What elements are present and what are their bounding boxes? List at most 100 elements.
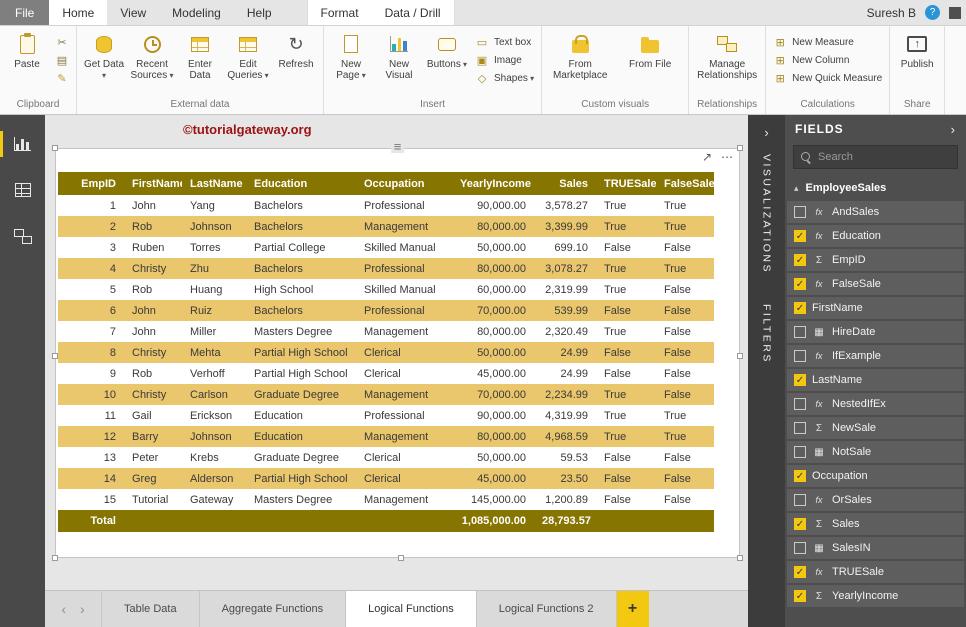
new-page-button[interactable]: New Page: [327, 28, 375, 81]
resize-handle[interactable]: [52, 353, 58, 359]
table-row[interactable]: 4 Christy Zhu Bachelors Professional 80,000.0…: [58, 258, 714, 279]
field-checkbox[interactable]: [794, 398, 806, 410]
collapse-fields-icon[interactable]: ›: [951, 122, 956, 137]
window-control-icon[interactable]: [949, 6, 961, 19]
focus-mode-icon[interactable]: ↗: [702, 150, 712, 164]
field-item-hiredate[interactable]: ▦ HireDate: [787, 321, 964, 343]
expand-triangle-icon[interactable]: ▴: [794, 183, 799, 194]
tab-file[interactable]: File: [0, 0, 50, 25]
table-row[interactable]: 14 Greg Alderson Partial High School Clerica…: [58, 468, 714, 489]
column-header-empid[interactable]: EmpID: [58, 172, 124, 195]
new-column-button[interactable]: New Column: [773, 53, 882, 67]
field-item-notsale[interactable]: ▦ NotSale: [787, 441, 964, 463]
tab-home[interactable]: Home: [49, 0, 108, 25]
from-marketplace-button[interactable]: From Marketplace: [545, 28, 615, 81]
paste-button[interactable]: Paste: [3, 28, 51, 70]
field-checkbox[interactable]: [794, 206, 806, 218]
page-tab-aggregate-functions[interactable]: Aggregate Functions: [200, 591, 347, 627]
field-checkbox[interactable]: ✓: [794, 302, 806, 314]
column-header-education[interactable]: Education: [246, 172, 356, 195]
report-view-button[interactable]: [0, 129, 45, 159]
field-item-firstname[interactable]: ✓ FirstName: [787, 297, 964, 319]
page-tab-logical-functions[interactable]: Logical Functions: [346, 591, 477, 627]
table-row[interactable]: 1 John Yang Bachelors Professional 90,000.00 3…: [58, 195, 714, 216]
table-row[interactable]: 10 Christy Carlson Graduate Degree Managemen…: [58, 384, 714, 405]
field-checkbox[interactable]: ✓: [794, 590, 806, 602]
more-options-icon[interactable]: ⋯: [721, 150, 733, 164]
field-item-truesale[interactable]: ✓ fx TRUESale: [787, 561, 964, 583]
copy-icon[interactable]: [55, 53, 69, 67]
field-checkbox[interactable]: ✓: [794, 518, 806, 530]
field-item-salesin[interactable]: ▦ SalesIN: [787, 537, 964, 559]
text-box-button[interactable]: Text box: [475, 35, 534, 49]
field-checkbox[interactable]: [794, 326, 806, 338]
field-checkbox[interactable]: ✓: [794, 278, 806, 290]
tab-format[interactable]: Format: [308, 0, 372, 25]
page-tab-table-data[interactable]: Table Data: [101, 591, 200, 627]
column-header-sales[interactable]: Sales: [534, 172, 596, 195]
column-header-yearlyincome[interactable]: YearlyIncome: [452, 172, 534, 195]
field-checkbox[interactable]: [794, 350, 806, 362]
get-data-button[interactable]: Get Data: [80, 28, 128, 81]
field-item-yearlyincome[interactable]: ✓ Σ YearlyIncome: [787, 585, 964, 607]
resize-handle[interactable]: [737, 145, 743, 151]
next-page-icon[interactable]: ›: [80, 601, 85, 617]
table-row[interactable]: 9 Rob Verhoff Partial High School Clerical 45…: [58, 363, 714, 384]
column-header-falsesale[interactable]: FalseSale: [656, 172, 714, 195]
tab-help[interactable]: Help: [234, 0, 285, 25]
tab-modeling[interactable]: Modeling: [159, 0, 234, 25]
field-item-sales[interactable]: ✓ Σ Sales: [787, 513, 964, 535]
field-item-education[interactable]: ✓ fx Education: [787, 225, 964, 247]
search-input[interactable]: [818, 151, 950, 163]
field-checkbox[interactable]: [794, 494, 806, 506]
shapes-button[interactable]: Shapes: [475, 71, 534, 85]
data-view-button[interactable]: [0, 175, 45, 205]
table-row[interactable]: 6 John Ruiz Bachelors Professional 70,000.00 5…: [58, 300, 714, 321]
publish-button[interactable]: Publish: [893, 28, 941, 70]
refresh-button[interactable]: Refresh: [272, 28, 320, 70]
enter-data-button[interactable]: Enter Data: [176, 28, 224, 81]
table-row[interactable]: 11 Gail Erickson Education Professional 90,00…: [58, 405, 714, 426]
table-row[interactable]: 13 Peter Krebs Graduate Degree Clerical 50,00…: [58, 447, 714, 468]
field-item-orsales[interactable]: fx OrSales: [787, 489, 964, 511]
buttons-button[interactable]: Buttons: [423, 28, 471, 70]
table-visual[interactable]: ≡ ↗ ⋯ EmpID FirstName LastName Education Occ…: [52, 140, 743, 561]
page-tab-logical-functions-2[interactable]: Logical Functions 2: [477, 591, 617, 627]
column-header-truesale[interactable]: TRUESale: [596, 172, 656, 195]
field-checkbox[interactable]: ✓: [794, 470, 806, 482]
table-row[interactable]: 15 Tutorial Gateway Masters Degree Managemen…: [58, 489, 714, 510]
new-visual-button[interactable]: New Visual: [375, 28, 423, 81]
field-checkbox[interactable]: [794, 542, 806, 554]
tab-data-drill[interactable]: Data / Drill: [372, 0, 454, 25]
recent-sources-button[interactable]: Recent Sources: [128, 28, 176, 81]
field-item-nestedifex[interactable]: fx NestedIfEx: [787, 393, 964, 415]
resize-handle[interactable]: [737, 555, 743, 561]
drag-handle-icon[interactable]: ≡: [390, 140, 405, 153]
field-item-ifexample[interactable]: fx IfExample: [787, 345, 964, 367]
field-checkbox[interactable]: ✓: [794, 230, 806, 242]
filters-pane-tab[interactable]: FILTERS: [761, 304, 773, 364]
column-header-occupation[interactable]: Occupation: [356, 172, 452, 195]
model-view-button[interactable]: [0, 221, 45, 251]
field-checkbox[interactable]: [794, 422, 806, 434]
prev-page-icon[interactable]: ‹: [61, 601, 66, 617]
table-node-employeesales[interactable]: ▴ EmployeeSales: [785, 175, 966, 201]
table-row[interactable]: 12 Barry Johnson Education Management 80,000.…: [58, 426, 714, 447]
cut-icon[interactable]: [55, 35, 69, 49]
user-name[interactable]: Suresh B: [867, 6, 916, 20]
column-header-lastname[interactable]: LastName: [182, 172, 246, 195]
table-row[interactable]: 5 Rob Huang High School Skilled Manual 60,000…: [58, 279, 714, 300]
field-item-empid[interactable]: ✓ Σ EmpID: [787, 249, 964, 271]
table-row[interactable]: 2 Rob Johnson Bachelors Management 80,000.00 3…: [58, 216, 714, 237]
help-icon[interactable]: ?: [925, 5, 940, 20]
resize-handle[interactable]: [737, 353, 743, 359]
new-page-tab-button[interactable]: +: [616, 591, 649, 627]
field-search[interactable]: [793, 145, 958, 169]
column-header-firstname[interactable]: FirstName: [124, 172, 182, 195]
field-item-falsesale[interactable]: ✓ fx FalseSale: [787, 273, 964, 295]
resize-handle[interactable]: [52, 555, 58, 561]
table-row[interactable]: 7 John Miller Masters Degree Management 80,00…: [58, 321, 714, 342]
field-item-andsales[interactable]: fx AndSales: [787, 201, 964, 223]
tab-view[interactable]: View: [107, 0, 159, 25]
report-canvas[interactable]: ©tutorialgateway.org ≡ ↗ ⋯ EmpID FirstNa…: [45, 115, 748, 590]
